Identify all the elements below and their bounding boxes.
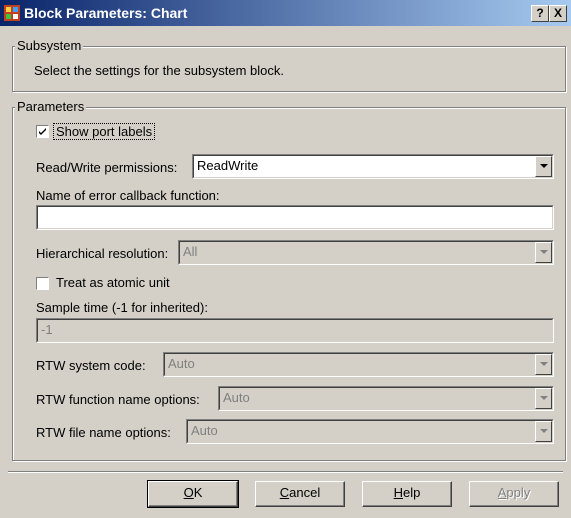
ok-label: K bbox=[193, 485, 203, 500]
dropdown-arrow[interactable] bbox=[535, 156, 552, 177]
close-icon: X bbox=[553, 6, 562, 20]
atomic-unit-label[interactable]: Treat as atomic unit bbox=[56, 275, 170, 290]
help-label: elp bbox=[403, 485, 421, 500]
dropdown-arrow[interactable] bbox=[535, 421, 552, 442]
chevron-down-icon bbox=[540, 164, 548, 168]
title-bar[interactable]: Block Parameters: Chart ? X bbox=[0, 0, 571, 26]
apply-button[interactable]: Apply bbox=[469, 481, 559, 507]
rw-permissions-dropdown[interactable]: ReadWrite bbox=[192, 154, 554, 179]
rtw-system-code-dropdown[interactable]: Auto bbox=[163, 352, 554, 377]
atomic-unit-checkbox[interactable] bbox=[36, 277, 49, 290]
rtw-file-name-value: Auto bbox=[191, 423, 218, 438]
ok-mnemonic: O bbox=[183, 485, 194, 500]
question-icon: ? bbox=[536, 6, 544, 20]
help-button[interactable]: Help bbox=[362, 481, 452, 507]
rtw-file-name-label: RTW file name options: bbox=[36, 425, 171, 440]
chevron-down-icon bbox=[540, 429, 548, 433]
apply-label: pply bbox=[506, 485, 531, 500]
show-port-labels-checkbox[interactable] bbox=[36, 125, 49, 138]
chevron-down-icon bbox=[540, 250, 548, 254]
hier-resolution-dropdown[interactable]: All bbox=[178, 240, 554, 265]
close-title-button[interactable]: X bbox=[549, 5, 567, 22]
checkmark-icon bbox=[39, 128, 46, 135]
error-callback-label: Name of error callback function: bbox=[36, 188, 220, 203]
rtw-system-code-value: Auto bbox=[168, 356, 195, 371]
ok-button[interactable]: OK bbox=[147, 480, 239, 508]
sample-time-value: -1 bbox=[41, 322, 53, 337]
cancel-mnemonic: C bbox=[279, 485, 290, 500]
hier-resolution-label: Hierarchical resolution: bbox=[36, 246, 169, 261]
rw-permissions-label: Read/Write permissions: bbox=[36, 160, 178, 175]
error-callback-input[interactable] bbox=[36, 205, 554, 230]
chevron-down-icon bbox=[540, 396, 548, 400]
dropdown-arrow[interactable] bbox=[535, 242, 552, 263]
hier-resolution-value: All bbox=[183, 244, 198, 259]
rtw-function-name-label: RTW function name options: bbox=[36, 392, 200, 407]
rw-permissions-value: ReadWrite bbox=[197, 158, 259, 173]
show-port-labels-label[interactable]: Show port labels bbox=[53, 123, 156, 140]
rtw-function-name-dropdown[interactable]: Auto bbox=[218, 386, 554, 411]
subsystem-group: Subsystem Select the settings for the su… bbox=[12, 38, 566, 92]
window-title: Block Parameters: Chart bbox=[24, 5, 188, 21]
help-mnemonic: H bbox=[393, 485, 404, 500]
dropdown-arrow[interactable] bbox=[535, 388, 552, 409]
sample-time-label: Sample time (-1 for inherited): bbox=[36, 300, 208, 315]
cancel-label: ancel bbox=[289, 485, 321, 500]
parameters-legend: Parameters bbox=[15, 99, 87, 114]
dropdown-arrow[interactable] bbox=[535, 354, 552, 375]
button-separator bbox=[8, 471, 563, 473]
rtw-function-name-value: Auto bbox=[223, 390, 250, 405]
help-title-button[interactable]: ? bbox=[531, 5, 549, 22]
sample-time-input[interactable]: -1 bbox=[36, 318, 554, 343]
rtw-system-code-label: RTW system code: bbox=[36, 358, 146, 373]
rtw-file-name-dropdown[interactable]: Auto bbox=[186, 419, 554, 444]
cancel-button[interactable]: Cancel bbox=[255, 481, 345, 507]
chevron-down-icon bbox=[540, 362, 548, 366]
simulink-app-icon bbox=[4, 5, 20, 21]
subsystem-legend: Subsystem bbox=[15, 38, 84, 53]
subsystem-description: Select the settings for the subsystem bl… bbox=[34, 63, 285, 78]
